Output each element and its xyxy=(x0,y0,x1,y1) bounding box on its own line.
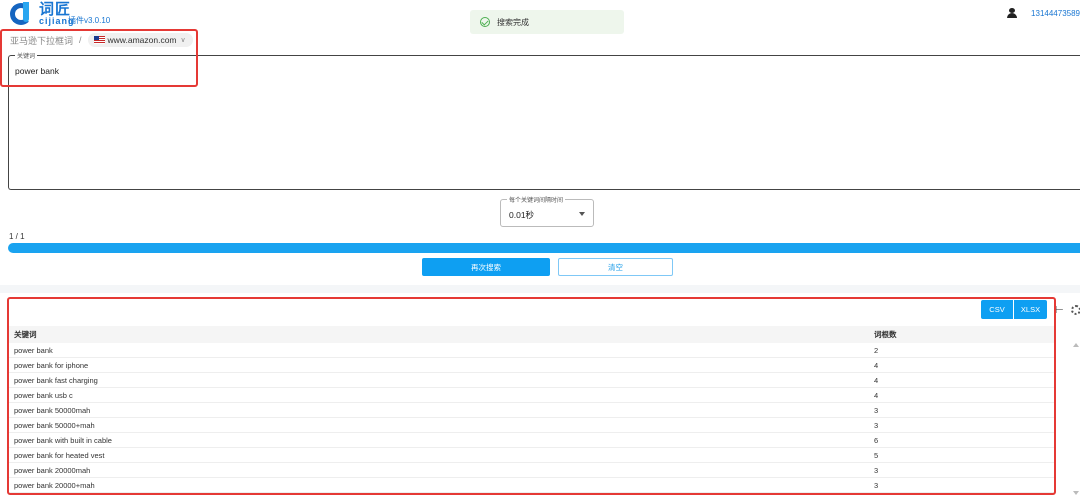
user-id[interactable]: 13144473589 xyxy=(1031,9,1080,18)
progress-fill xyxy=(8,243,1080,253)
version-label: 插件v3.0.10 xyxy=(68,16,111,25)
clear-button[interactable]: 清空 xyxy=(558,258,673,276)
scroll-down-icon[interactable] xyxy=(1073,491,1079,495)
progress-bar xyxy=(8,243,1080,253)
logo[interactable]: 词匠 cijiang xyxy=(10,2,75,26)
interval-select[interactable]: 每个关键词间隔时间 0.01秒 xyxy=(500,195,594,227)
toast-message: 搜索完成 xyxy=(497,17,529,27)
check-circle-icon xyxy=(480,17,490,27)
table-scrollbar[interactable] xyxy=(1070,343,1080,495)
page: 词匠 cijiang 插件v3.0.10 搜索完成 13144473589 亚马… xyxy=(0,0,1080,502)
progress-text: 1 / 1 xyxy=(9,232,25,241)
scroll-up-icon[interactable] xyxy=(1073,343,1079,347)
success-toast: 搜索完成 xyxy=(470,10,624,34)
section-divider xyxy=(0,285,1080,293)
interval-label: 每个关键词间隔时间 xyxy=(507,195,566,204)
annotation-box-top xyxy=(0,29,198,87)
logo-icon xyxy=(10,2,36,26)
caret-down-icon xyxy=(579,212,585,216)
search-again-button[interactable]: 再次搜索 xyxy=(422,258,550,276)
annotation-box-table xyxy=(7,297,1056,495)
user-menu[interactable]: 13144473589 xyxy=(1007,8,1080,18)
user-icon xyxy=(1007,8,1018,18)
gear-icon[interactable] xyxy=(1071,305,1080,315)
column-width-icon[interactable]: ⊢ xyxy=(1055,305,1064,316)
interval-value: 0.01秒 xyxy=(509,210,535,220)
